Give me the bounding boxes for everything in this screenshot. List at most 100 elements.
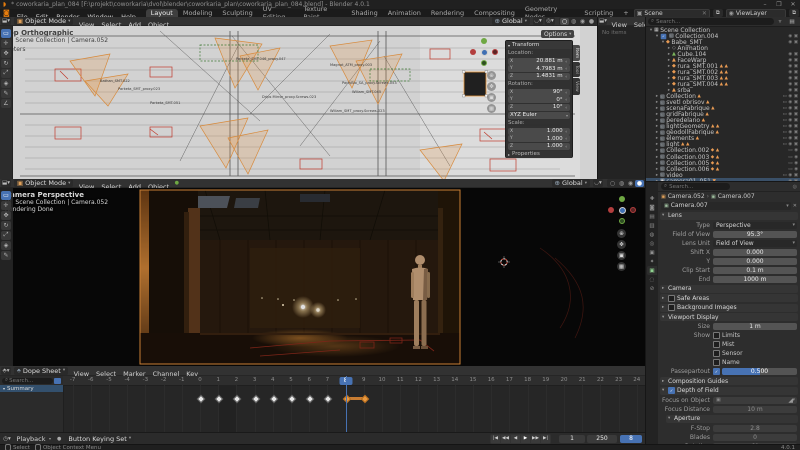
disable-viewport-icon[interactable]: ▭	[788, 161, 792, 166]
render-canvas[interactable]: Camera Perspective (8) Scene Collection …	[0, 188, 645, 366]
properties-panel-collapsed[interactable]: ▸Properties	[506, 151, 572, 158]
frame-end-field[interactable]: 250	[587, 435, 617, 443]
keyframe-diamond[interactable]	[288, 395, 296, 403]
prop-value-field[interactable]: 0.000	[713, 258, 797, 265]
keying-set-dropdown[interactable]: Button Keying Set▾	[65, 435, 134, 443]
disable-render-icon[interactable]: ▣	[794, 58, 798, 63]
toggle-perspective-icon[interactable]: ▦	[487, 104, 496, 113]
scale-tool-icon[interactable]: ⤢	[1, 231, 11, 240]
depth-of-field-section-header[interactable]: ▾ ✓ Depth of Field	[660, 387, 798, 395]
unlink-icon[interactable]: ✕	[793, 203, 797, 209]
composition-guides-section-header[interactable]: ▸Composition Guides	[660, 377, 798, 385]
play-button[interactable]: ▶	[521, 435, 530, 443]
hide-eye-icon[interactable]: ◉	[788, 112, 792, 117]
keyframe-diamond[interactable]	[361, 395, 369, 403]
strip-editor-type-icon[interactable]: ⬓▾	[599, 17, 607, 25]
rotation-x-field[interactable]: X90°⚬	[508, 89, 570, 96]
transform-panel-header[interactable]: ▾Transform	[506, 41, 572, 49]
hide-eye-icon[interactable]: ◉	[788, 88, 792, 93]
location-y-field[interactable]: Y4.7983 m⚬	[508, 65, 570, 72]
snap-magnet-icon[interactable]: ◡▾	[593, 179, 603, 187]
disable-render-icon[interactable]: ▣	[794, 70, 798, 75]
output-tab-icon[interactable]: ▤	[647, 212, 657, 221]
editor-type-icon[interactable]: ⬓▾	[1, 179, 11, 187]
camera-data-tab-icon[interactable]: ▣	[647, 266, 657, 275]
outliner-filter-icon[interactable]: ▿	[775, 18, 785, 26]
prop-value-field[interactable]: Perspective	[713, 222, 797, 229]
play-reverse-button[interactable]: ◀	[511, 435, 520, 443]
hide-eye-icon[interactable]: ◉	[788, 124, 792, 129]
scale-x-field[interactable]: X1.000⚬	[508, 128, 570, 135]
editor-type-icon[interactable]: ⬘▾	[1, 367, 11, 375]
outliner-search-input[interactable]: ⌕ Search...	[648, 18, 774, 25]
hide-eye-icon[interactable]: ◉	[788, 130, 792, 135]
hide-eye-icon[interactable]: ◉	[788, 106, 792, 111]
disable-viewport-icon[interactable]: ▭	[783, 173, 787, 178]
disable-viewport-icon[interactable]: ▭	[783, 100, 787, 105]
hide-eye-icon[interactable]: ◉	[794, 155, 798, 160]
transform-orientation-dropdown[interactable]: ⊕Global▾	[552, 179, 590, 187]
disable-viewport-icon[interactable]: ▭	[783, 94, 787, 99]
rotation-mode-dropdown[interactable]: XYZ Euler▾	[508, 112, 570, 119]
scale-z-field[interactable]: Z1.000⚬	[508, 143, 570, 150]
workspace-tab-uv-editing[interactable]: UV Editing	[258, 9, 299, 17]
disable-render-icon[interactable]: ▣	[794, 82, 798, 87]
workspace-tab-geometry-nodes[interactable]: Geometry Nodes	[520, 9, 580, 17]
dope-keyframe-area[interactable]	[63, 385, 645, 432]
mode-dropdown[interactable]: ▣ Object Mode▾	[14, 17, 73, 25]
disable-viewport-icon[interactable]: ▭	[788, 155, 792, 160]
solid-shading-icon[interactable]: ◍	[569, 18, 578, 25]
auto-key-record-icon[interactable]: ●	[57, 436, 61, 442]
disable-render-icon[interactable]: ▣	[794, 106, 798, 111]
prop-value-field[interactable]: 95.3°	[713, 231, 797, 238]
editor-type-icon[interactable]: ⬓▾	[1, 17, 11, 25]
dof-checkbox[interactable]: ✓	[668, 387, 675, 394]
pan-hand-icon[interactable]: ✥	[487, 82, 496, 91]
disable-render-icon[interactable]: ▣	[794, 88, 798, 93]
workspace-tab-texture-paint[interactable]: Texture Paint	[298, 9, 346, 17]
n-panel-tab-tool[interactable]: Tool	[573, 62, 580, 77]
snap-magnet-icon[interactable]: ◡▾	[533, 17, 543, 25]
prop-value-field[interactable]: 2.8	[713, 425, 797, 432]
disable-viewport-icon[interactable]: ▭	[788, 167, 792, 172]
playhead[interactable]	[346, 376, 348, 432]
viewport-display-section-header[interactable]: ▾Viewport Display	[660, 313, 798, 321]
disable-viewport-icon[interactable]: ▭	[783, 142, 787, 147]
outliner-options-icon[interactable]: ▤	[787, 18, 797, 26]
expand-caret-icon[interactable]: ▾	[654, 34, 660, 39]
hide-eye-icon[interactable]: ◉	[788, 136, 792, 141]
transform-tool-icon[interactable]: ◈	[1, 241, 11, 250]
select-box-tool-icon[interactable]: ▭	[1, 29, 11, 38]
plan-canvas[interactable]: Parketa_SMT.046_proxy.047Magnat_ATM_prox…	[0, 26, 597, 179]
rendered-shading-icon[interactable]: ●	[587, 18, 596, 25]
cursor-tool-icon[interactable]: ✛	[1, 39, 11, 48]
location-z-field[interactable]: Z1.4831 m⚬	[508, 73, 570, 80]
hide-eye-icon[interactable]: ◉	[788, 52, 792, 57]
rotation-z-field[interactable]: Z10°⚬	[508, 104, 570, 111]
disable-render-icon[interactable]: ▣	[794, 94, 798, 99]
prop-value-field[interactable]: 1000 m	[713, 276, 797, 283]
disable-render-icon[interactable]: ▣	[794, 142, 798, 147]
wireframe-shading-icon[interactable]: ○	[560, 18, 569, 25]
hide-eye-icon[interactable]: ◉	[788, 94, 792, 99]
keyframe-diamond[interactable]	[306, 395, 314, 403]
disable-render-icon[interactable]: ▣	[794, 118, 798, 123]
n-panel-tab-view[interactable]: View	[573, 78, 580, 95]
rotate-tool-icon[interactable]: ↻	[1, 59, 11, 68]
camera-datablock-selector[interactable]: ▣ Camera.007	[661, 202, 791, 210]
transform-tool-icon[interactable]: ◈	[1, 79, 11, 88]
constraints-tab-icon[interactable]: ⊘	[647, 284, 657, 293]
keyframe-diamond[interactable]	[324, 395, 332, 403]
focus-distance-field[interactable]: 10 m	[713, 406, 797, 413]
zoom-icon[interactable]: ⊕	[487, 71, 496, 80]
physics-tab-icon[interactable]: ◌	[647, 275, 657, 284]
cursor-tool-icon[interactable]: ✛	[1, 201, 11, 210]
camera-view-icon[interactable]: ▣	[487, 93, 496, 102]
section-camera[interactable]: ▸Camera	[660, 285, 798, 293]
annotate-tool-icon[interactable]: ✎	[1, 89, 11, 98]
measure-tool-icon[interactable]: ∠	[1, 99, 11, 108]
disable-viewport-icon[interactable]: ▭	[783, 124, 787, 129]
workspace-tab-rendering[interactable]: Rendering	[426, 9, 469, 17]
keyframe-diamond[interactable]	[197, 395, 205, 403]
keyframe-diamond[interactable]	[270, 395, 278, 403]
